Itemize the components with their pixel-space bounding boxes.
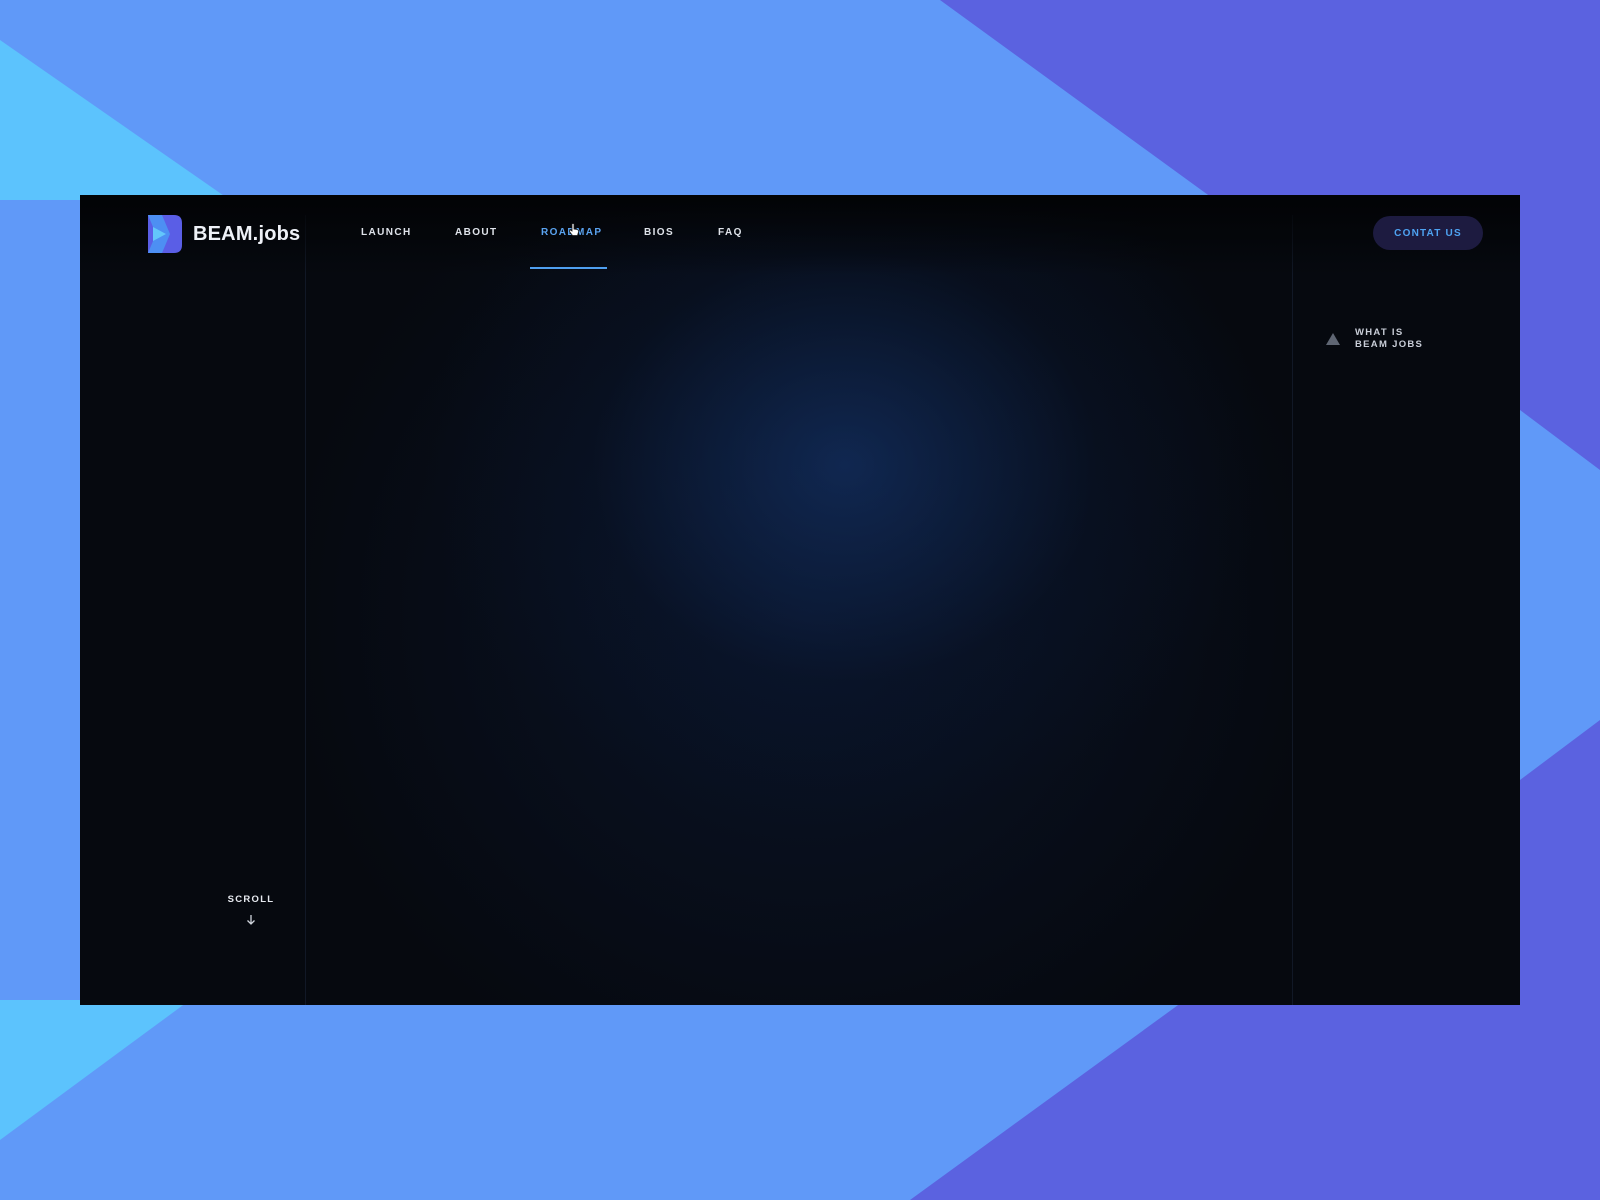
divider-right bbox=[1292, 215, 1293, 1005]
beam-logo-icon bbox=[148, 215, 182, 253]
header: BEAM.jobs LAUNCH ABOUT ROADMAP BIOS FAQ … bbox=[80, 195, 1520, 275]
scroll-label: SCROLL bbox=[227, 894, 275, 905]
website-window: BEAM.jobs LAUNCH ABOUT ROADMAP BIOS FAQ … bbox=[80, 195, 1520, 1005]
brand-name: BEAM.jobs bbox=[193, 222, 301, 245]
nav-faq[interactable]: FAQ bbox=[718, 227, 743, 238]
hand-cursor-icon bbox=[568, 223, 579, 236]
triangle-up-icon bbox=[1326, 333, 1340, 345]
nav-launch[interactable]: LAUNCH bbox=[361, 227, 412, 238]
brand-logo[interactable]: BEAM.jobs bbox=[148, 213, 300, 255]
hero-background bbox=[305, 195, 1293, 1005]
divider-left bbox=[305, 215, 306, 1005]
what-is-beam-jobs-link[interactable]: WHAT IS BEAM JOBS bbox=[1326, 327, 1445, 351]
contact-us-button[interactable]: CONTAT US bbox=[1373, 216, 1483, 250]
arrow-down-icon bbox=[247, 915, 255, 925]
active-nav-indicator bbox=[530, 267, 607, 269]
nav-bios[interactable]: BIOS bbox=[644, 227, 674, 238]
side-link-label: WHAT IS BEAM JOBS bbox=[1355, 327, 1445, 351]
scroll-indicator[interactable]: SCROLL bbox=[216, 894, 286, 926]
nav-about[interactable]: ABOUT bbox=[455, 227, 498, 238]
side-link-line-2: BEAM JOBS bbox=[1355, 339, 1424, 350]
side-link-line-1: WHAT IS bbox=[1355, 327, 1404, 338]
